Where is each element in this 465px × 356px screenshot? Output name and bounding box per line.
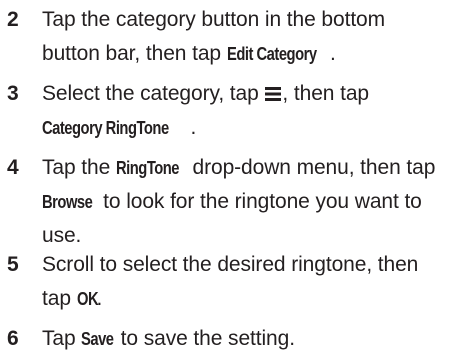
step-number: 5	[7, 253, 19, 276]
step-line: Tap Save to save the setting.	[42, 322, 460, 356]
step-number: 6	[7, 327, 19, 350]
step-line: tap OK.	[42, 282, 460, 316]
step-number: 2	[7, 8, 19, 31]
step-text-segment: button bar, then tap	[42, 42, 227, 65]
step-line: Tap the RingTone drop-down menu, then ta…	[42, 151, 460, 185]
step-text-segment: to look for the ringtone you want to	[97, 190, 422, 213]
step-line: Browse to look for the ringtone you want…	[42, 185, 460, 219]
step-line: button bar, then tap Edit Category.	[42, 37, 460, 71]
step-text-segment: drop-down menu, then tap	[186, 156, 436, 179]
step-line: Select the category, tap , then tap	[42, 77, 460, 111]
step-text-segment: Tap the	[42, 156, 116, 179]
step-line: Tap the category button in the bottom	[42, 3, 460, 37]
step-text: Tap Save to save the setting.	[42, 322, 460, 356]
step-text: Tap the RingTone drop-down menu, then ta…	[42, 151, 460, 253]
menu-icon	[265, 78, 282, 101]
step-number: 4	[7, 156, 19, 179]
step-text-segment: to save the setting.	[114, 327, 295, 350]
step-line: Scroll to select the desired ringtone, t…	[42, 248, 460, 282]
ui-keyword-ringtone: RingTone	[115, 158, 180, 178]
step-text: Tap the category button in the bottom bu…	[42, 3, 460, 71]
step-text-segment: tap	[42, 287, 77, 310]
step-text-segment: Scroll to select the desired ringtone, t…	[42, 253, 419, 276]
step-number: 3	[7, 82, 19, 105]
step-text: Select the category, tap , then tap Cate…	[42, 77, 460, 145]
ui-keyword-browse: Browse	[42, 192, 93, 212]
ui-keyword-category-ringtone: Category RingTone	[42, 118, 169, 138]
step-text-segment: .	[329, 42, 336, 65]
ui-keyword-ok: OK	[76, 289, 99, 309]
step-text-segment: .	[190, 116, 197, 139]
step-text: Scroll to select the desired ringtone, t…	[42, 248, 460, 316]
ui-keyword-save: Save	[81, 329, 114, 349]
step-text-segment: Select the category, tap	[42, 82, 265, 105]
step-line: Category RingTone.	[42, 111, 460, 145]
step-text-segment: use.	[42, 224, 82, 247]
ui-keyword-edit-category: Edit Category	[226, 44, 317, 64]
step-text-segment: Tap the category button in the bottom	[42, 8, 386, 31]
step-text-segment: , then tap	[282, 82, 369, 105]
step-text-segment: Tap	[42, 327, 82, 350]
